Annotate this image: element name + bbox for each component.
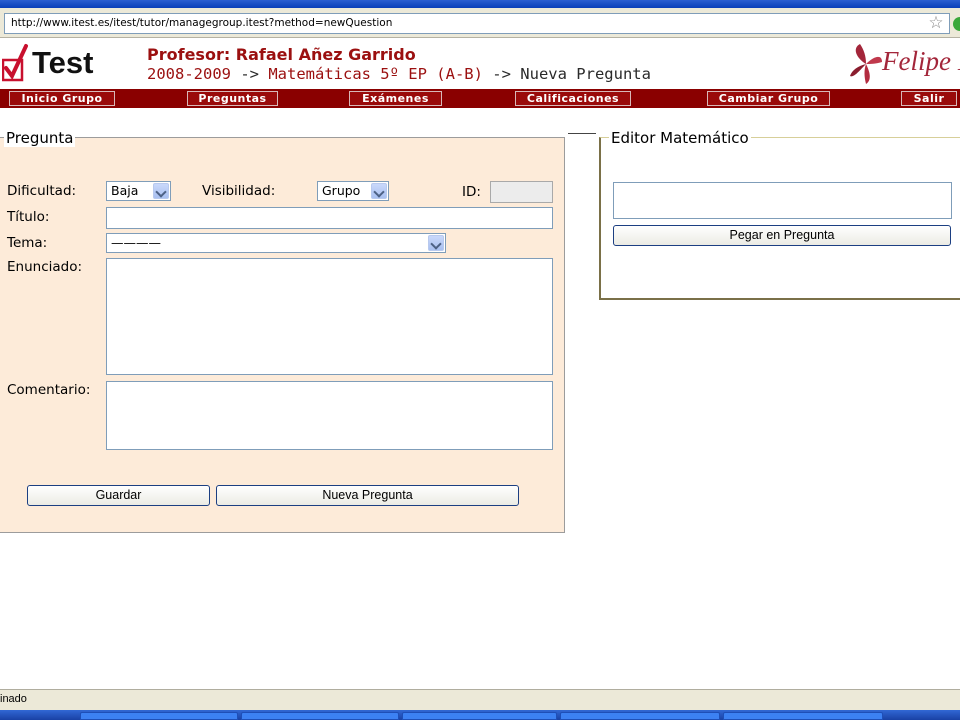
tema-label: Tema: [7,235,48,251]
chevron-down-icon[interactable] [371,183,387,199]
breadcrumb-current: Nueva Pregunta [520,65,651,83]
titulo-input[interactable] [106,207,553,229]
comentario-textarea[interactable] [106,381,553,450]
checkmark-icon [2,44,28,82]
logo-text: Test [32,45,94,80]
taskbar [0,710,960,720]
pregunta-legend: Pregunta [4,129,76,147]
math-editor-input[interactable] [613,182,952,219]
breadcrumb-group: Matemáticas 5º EP (A-B) [268,65,483,83]
editor-legend: Editor Matemático [609,129,751,147]
main-nav: Inicio Grupo Preguntas Exámenes Califica… [0,89,960,108]
id-field [490,181,553,203]
id-label: ID: [462,184,481,200]
itest-logo: Test [2,42,102,86]
address-bar: http://www.itest.es/itest/tutor/managegr… [0,8,960,38]
enunciado-label: Enunciado: [7,259,83,275]
nav-inicio-grupo[interactable]: Inicio Grupo [9,91,115,106]
chevron-down-icon[interactable] [428,235,444,251]
taskbar-item[interactable] [402,712,557,720]
pegar-en-pregunta-button[interactable]: Pegar en Pregunta [613,225,951,246]
breadcrumb-year: 2008-2009 [147,65,231,83]
go-icon[interactable] [953,17,960,31]
school-logo: Felipe II [848,40,960,88]
comentario-label: Comentario: [7,382,91,398]
visibilidad-value: Grupo [322,183,361,198]
school-name: Felipe II [882,46,960,76]
breadcrumb-separator: -> [482,65,521,83]
nueva-pregunta-button[interactable]: Nueva Pregunta [216,485,519,506]
nav-preguntas[interactable]: Preguntas [187,91,278,106]
nav-examenes[interactable]: Exámenes [349,91,442,106]
dificultad-value: Baja [111,183,139,198]
chevron-down-icon[interactable] [153,183,169,199]
status-text: inado [0,693,27,705]
dificultad-label: Dificultad: [7,183,77,199]
visibilidad-label: Visibilidad: [202,183,276,199]
url-input[interactable]: http://www.itest.es/itest/tutor/managegr… [4,13,950,34]
tema-select[interactable]: ———— [106,233,446,253]
guardar-button[interactable]: Guardar [27,485,210,506]
visibilidad-select[interactable]: Grupo [317,181,389,201]
window-title-bar [0,0,960,8]
bookmark-star-icon[interactable]: ☆ [927,14,945,32]
status-bar: inado [0,689,960,710]
taskbar-item[interactable] [723,712,883,720]
breadcrumb-separator: -> [231,65,269,83]
tema-value: ———— [111,235,161,250]
divider-line [568,133,596,134]
taskbar-item[interactable] [560,712,720,720]
enunciado-textarea[interactable] [106,258,553,375]
titulo-label: Título: [7,209,50,225]
flower-icon [850,44,882,84]
dificultad-select[interactable]: Baja [106,181,171,201]
breadcrumb: 2008-2009 -> Matemáticas 5º EP (A-B) -> … [147,65,651,83]
professor-name: Profesor: Rafael Añez Garrido [147,45,416,64]
nav-salir[interactable]: Salir [901,91,957,106]
nav-calificaciones[interactable]: Calificaciones [515,91,631,106]
nav-cambiar-grupo[interactable]: Cambiar Grupo [707,91,830,106]
taskbar-item[interactable] [80,712,238,720]
taskbar-item[interactable] [241,712,399,720]
